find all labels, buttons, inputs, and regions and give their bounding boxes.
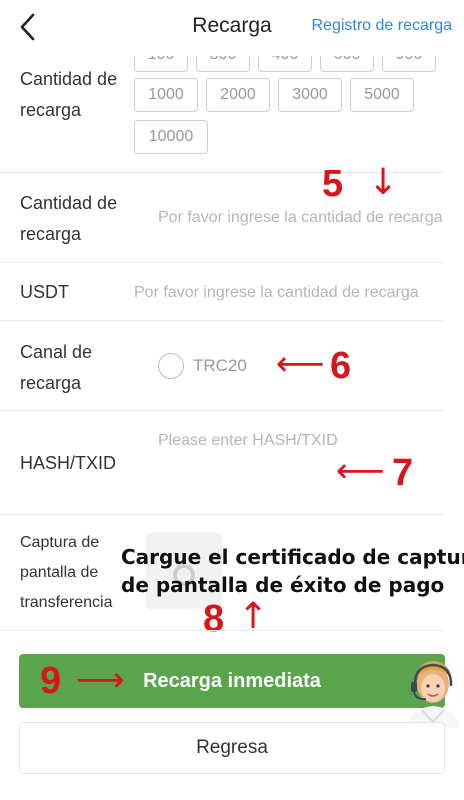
step-6-label: 6 — [330, 345, 352, 387]
step-9-label: 9 — [40, 660, 62, 702]
recharge-history-link[interactable]: Registro de recarga — [311, 17, 452, 35]
amount-input-label: Cantidad de recarga — [20, 193, 118, 244]
divider — [0, 514, 444, 515]
back-button[interactable]: Regresa — [19, 722, 445, 774]
back-button-label: Regresa — [196, 737, 268, 758]
amount-input[interactable] — [158, 206, 444, 230]
step-9-arrow-icon: ⟶ — [76, 660, 125, 700]
preset-amount-label: Cantidad de recarga — [20, 69, 118, 120]
step-6-arrow-icon: ⟵ — [276, 344, 325, 384]
step-8-label: 8 — [203, 598, 225, 640]
recharge-now-label: Recarga inmediata — [143, 669, 321, 692]
upload-instruction-line-1: Cargue el certificado de captura — [121, 545, 464, 569]
step-7-arrow-icon: ⟵ — [336, 451, 385, 491]
usdt-label: USDT — [20, 282, 69, 302]
divider — [0, 320, 444, 321]
customer-support-avatar-icon[interactable] — [402, 652, 464, 728]
amount-chip[interactable]: 3000 — [278, 78, 342, 112]
hash-label: HASH/TXID — [20, 453, 117, 473]
amount-chip[interactable]: 10000 — [134, 120, 208, 154]
amount-chip[interactable]: 1000 — [134, 78, 198, 112]
usdt-input[interactable] — [134, 281, 444, 305]
trc20-option-label: TRC20 — [193, 356, 247, 375]
top-bar: Recarga Registro de recarga — [0, 0, 464, 56]
step-7-label: 7 — [392, 452, 414, 494]
trc20-radio[interactable] — [158, 353, 184, 379]
amount-chip[interactable]: 5000 — [350, 78, 414, 112]
amount-chip[interactable]: 2000 — [206, 78, 270, 112]
upload-instruction-line-2: de pantalla de éxito de pago — [121, 573, 445, 597]
divider — [0, 262, 444, 263]
channel-label: Canal de recarga — [20, 342, 93, 393]
step-5-label: 5 — [322, 163, 344, 205]
divider — [0, 410, 444, 411]
divider — [0, 630, 444, 631]
hash-input[interactable] — [158, 429, 444, 453]
step-5-arrow-icon: ↓ — [368, 162, 399, 203]
